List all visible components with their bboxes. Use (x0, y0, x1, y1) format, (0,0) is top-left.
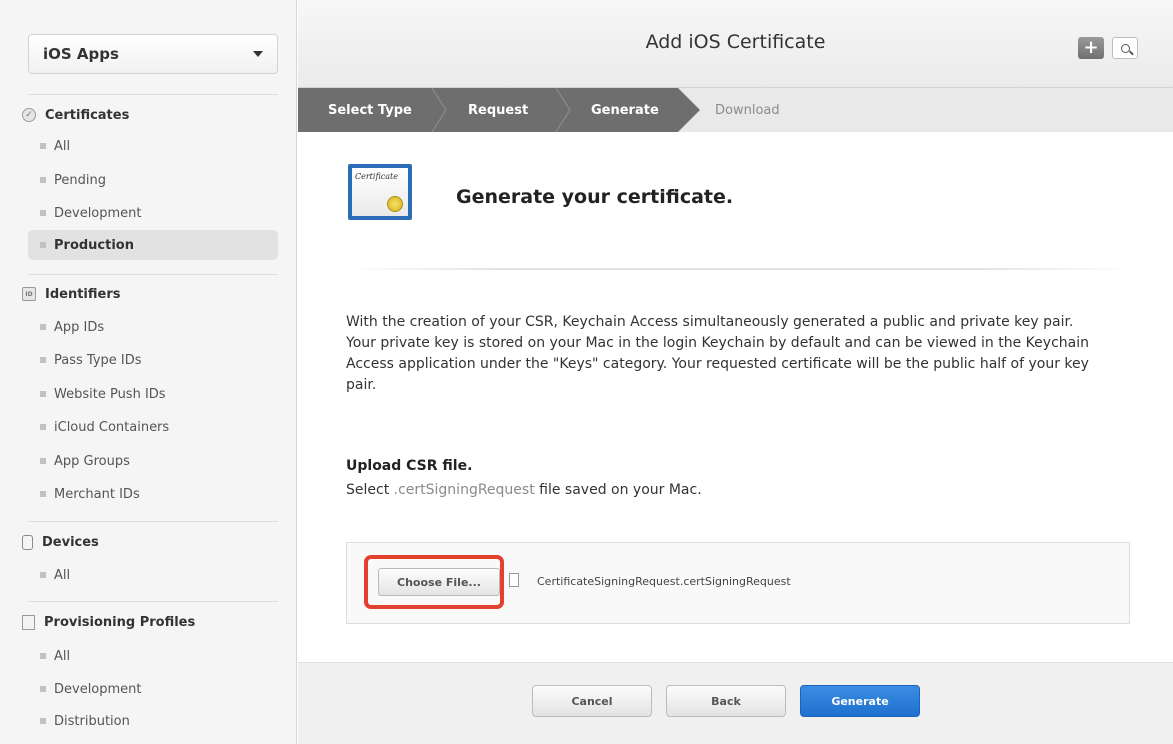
generate-button[interactable]: Generate (800, 685, 920, 717)
page-header: Add iOS Certificate + (298, 0, 1173, 88)
step-download: Download (715, 102, 780, 118)
sidebar-section-label: Certificates (45, 107, 130, 123)
sidebar-section-devices[interactable]: Devices (22, 529, 99, 555)
chevron-down-icon (253, 51, 263, 57)
sidebar-item-certificates-pending[interactable]: Pending (28, 165, 278, 195)
sidebar-section-label: Identifiers (45, 286, 121, 302)
sidebar-section-provisioning-profiles[interactable]: Provisioning Profiles (22, 609, 195, 635)
bullet-icon (40, 357, 46, 363)
bullet-icon (40, 177, 46, 183)
sidebar-divider (28, 601, 278, 602)
bullet-icon (40, 572, 46, 578)
sidebar-item-label: Pending (54, 172, 106, 188)
sidebar-item-profiles-development[interactable]: Development (28, 674, 278, 704)
back-button[interactable]: Back (666, 685, 786, 717)
sidebar-section-label: Provisioning Profiles (44, 614, 196, 630)
bullet-icon (40, 686, 46, 692)
step-generate: Generate (591, 102, 659, 118)
selected-file-name: CertificateSigningRequest.certSigningReq… (537, 575, 791, 588)
bullet-icon (40, 143, 46, 149)
platform-dropdown-label: iOS Apps (43, 45, 119, 63)
sidebar-item-certificates-development[interactable]: Development (28, 198, 278, 228)
certificate-icon: Certificate (348, 164, 412, 220)
sidebar-divider (28, 274, 278, 275)
device-icon (22, 534, 33, 550)
upload-title: Upload CSR file. (346, 458, 473, 474)
step-progress-bar: Select Type Request Generate Download (298, 88, 1173, 132)
step-request: Request (468, 102, 529, 118)
sidebar-item-label: App Groups (54, 453, 130, 469)
bullet-icon (40, 210, 46, 216)
description-text: With the creation of your CSR, Keychain … (346, 314, 1089, 393)
sidebar-section-identifiers[interactable]: ID Identifiers (22, 281, 121, 307)
sidebar-item-label: Development (54, 205, 142, 221)
sidebar-section-certificates[interactable]: ✓ Certificates (22, 102, 129, 128)
divider (344, 268, 1134, 270)
sidebar-item-label: Pass Type IDs (54, 352, 142, 368)
sidebar-item-label: Development (54, 681, 142, 697)
bullet-icon (40, 424, 46, 430)
file-upload-box: Choose File... CertificateSigningRequest… (346, 542, 1130, 624)
sidebar-item-devices-all[interactable]: All (28, 560, 278, 590)
section-heading: Generate your certificate. (456, 186, 734, 208)
sidebar-section-label: Devices (42, 534, 99, 550)
bullet-icon (40, 391, 46, 397)
upload-subtitle-prefix: Select (346, 482, 394, 498)
sidebar-divider (28, 94, 278, 95)
bullet-icon (40, 324, 46, 330)
sidebar-item-website-push-ids[interactable]: Website Push IDs (28, 379, 278, 409)
sidebar-item-label: Website Push IDs (54, 386, 166, 402)
upload-subtitle-suffix: file saved on your Mac. (534, 482, 702, 498)
sidebar-item-certificates-production[interactable]: Production (28, 230, 278, 260)
plus-icon: + (1083, 37, 1099, 58)
action-footer: Cancel Back Generate (298, 662, 1173, 744)
sidebar-item-label: App IDs (54, 319, 105, 335)
sidebar-item-label: All (54, 138, 71, 154)
page-title: Add iOS Certificate (645, 31, 826, 53)
sidebar-item-app-groups[interactable]: App Groups (28, 446, 278, 476)
seal-icon (387, 196, 403, 212)
sidebar-item-label: iCloud Containers (54, 419, 170, 435)
sidebar-item-profiles-distribution[interactable]: Distribution (28, 706, 278, 736)
sidebar-item-icloud-containers[interactable]: iCloud Containers (28, 412, 278, 442)
certificate-icon-text: Certificate (355, 172, 398, 181)
sidebar-item-label: Merchant IDs (54, 486, 140, 502)
profile-icon (22, 614, 35, 630)
sidebar-item-label: All (54, 567, 71, 583)
step-chevron (431, 88, 447, 132)
upload-subtitle-extension: .certSigningRequest (393, 482, 535, 498)
sidebar-item-label: Production (54, 237, 134, 253)
sidebar-item-merchant-ids[interactable]: Merchant IDs (28, 479, 278, 509)
bullet-icon (40, 242, 46, 248)
certificate-paper: Certificate (352, 168, 408, 216)
sidebar-item-certificates-all[interactable]: All (28, 131, 278, 161)
certificate-icon: ✓ (22, 108, 36, 122)
bullet-icon (40, 718, 46, 724)
upload-subtitle: Select .certSigningRequest file saved on… (346, 482, 702, 498)
platform-dropdown[interactable]: iOS Apps (28, 34, 278, 74)
bullet-icon (40, 653, 46, 659)
sidebar-item-app-ids[interactable]: App IDs (28, 312, 278, 342)
add-button[interactable]: + (1078, 37, 1104, 59)
main-panel: Add iOS Certificate + Select Type Reques… (298, 0, 1173, 744)
sidebar: iOS Apps ✓ Certificates All Pending Deve… (0, 0, 297, 744)
sidebar-item-pass-type-ids[interactable]: Pass Type IDs (28, 345, 278, 375)
sidebar-item-label: All (54, 648, 71, 664)
sidebar-item-label: Distribution (54, 713, 130, 729)
bullet-icon (40, 458, 46, 464)
step-select-type: Select Type (328, 102, 412, 118)
id-icon: ID (22, 287, 36, 301)
file-icon (509, 573, 519, 587)
search-button[interactable] (1112, 37, 1138, 59)
cancel-button[interactable]: Cancel (532, 685, 652, 717)
choose-file-button[interactable]: Choose File... (378, 568, 500, 596)
sidebar-divider (28, 521, 278, 522)
search-icon (1120, 43, 1130, 53)
sidebar-item-profiles-all[interactable]: All (28, 641, 278, 671)
step-chevron (555, 88, 571, 132)
bullet-icon (40, 491, 46, 497)
